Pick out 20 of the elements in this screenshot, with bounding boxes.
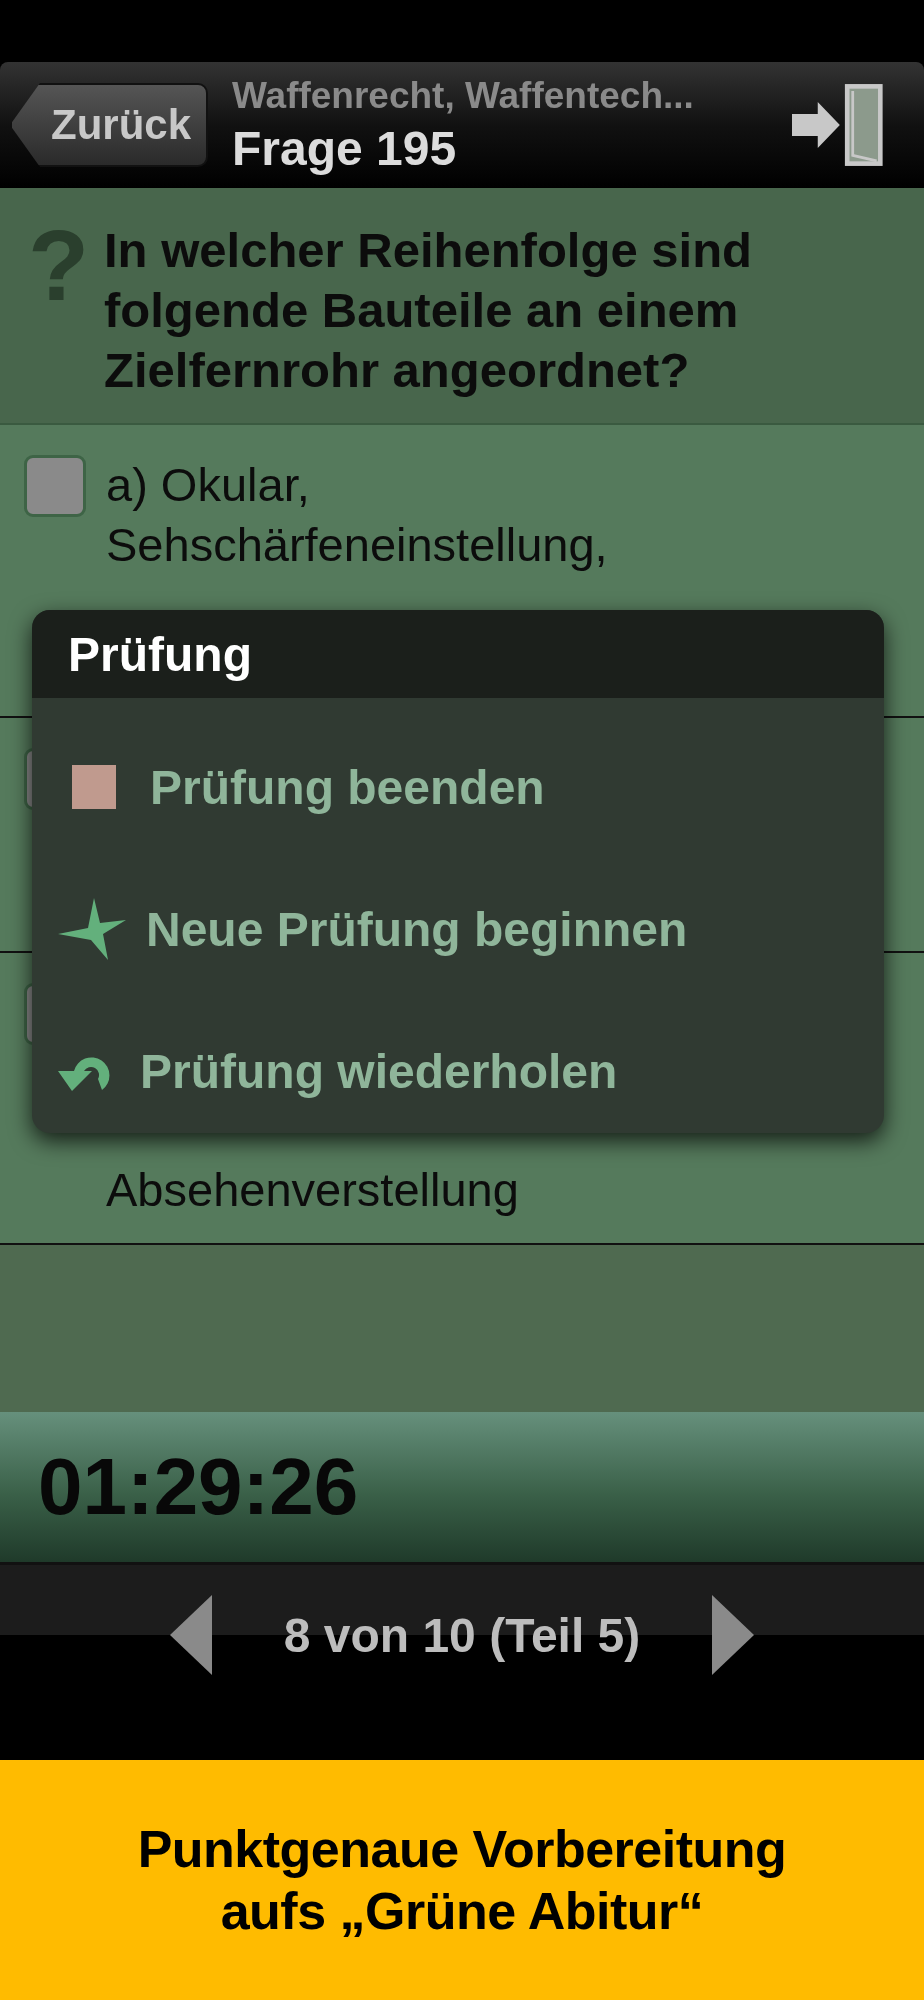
star-icon <box>58 898 126 960</box>
menu-item[interactable]: Prüfung beenden <box>32 716 884 858</box>
back-button[interactable]: Zurück <box>10 83 208 167</box>
answer-text: a) Okular, Sehschärfeneinstellung, <box>106 457 608 573</box>
subtitle: Waffenrecht, Waffentech... <box>232 74 695 117</box>
checkbox[interactable] <box>24 455 86 517</box>
page-title: Frage 195 <box>232 120 458 176</box>
banner-text: Punktgenaue Vorbereitung aufs „Grüne Abitur“ <box>137 1819 787 1942</box>
menu-item[interactable]: Prüfung wiederholen <box>32 1000 884 1133</box>
question-text: In welcher Reihenfolge sind folgende Bauteile an einem Zielfernrohr angeordnet? <box>104 222 753 399</box>
menu-item[interactable]: Neue Prüfung beginnen <box>32 858 884 1000</box>
next-arrow[interactable] <box>712 1595 755 1675</box>
square-icon <box>72 765 116 809</box>
question-mark: ? <box>28 220 84 323</box>
previous-arrow[interactable] <box>169 1595 212 1675</box>
answer-text: Absehenverstellung <box>106 1162 519 1218</box>
page-counter: 8 von 10 (Teil 5) <box>283 1607 641 1663</box>
menu-title: Prüfung <box>32 610 884 698</box>
timer: 01:29:26 <box>38 1441 359 1533</box>
exit-door-icon[interactable] <box>792 83 884 167</box>
